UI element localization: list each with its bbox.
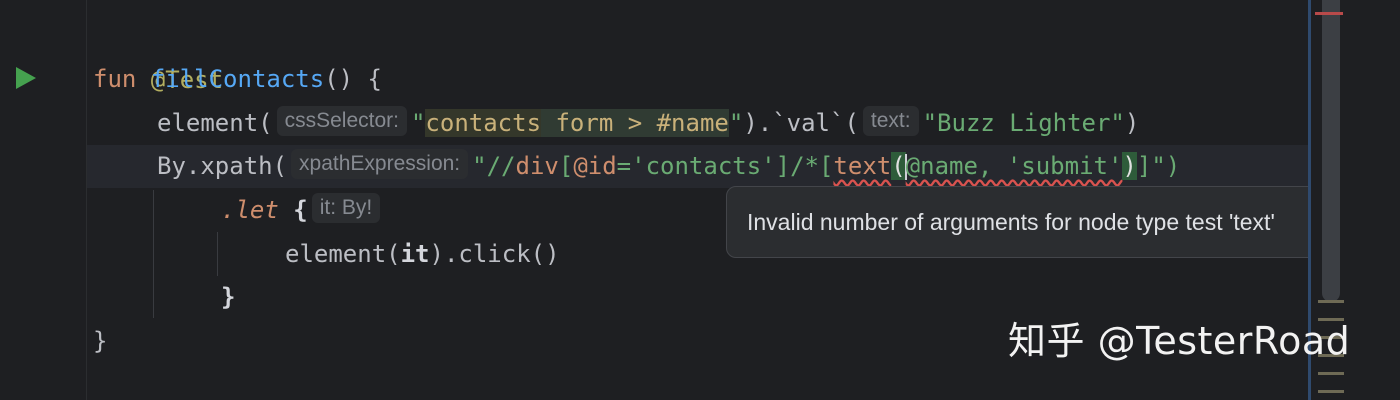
css-selector-token: contacts — [425, 109, 542, 137]
code-token: { — [278, 196, 308, 224]
code-line-7: } — [221, 275, 235, 319]
code-line-8: } — [93, 319, 107, 363]
code-line-4: By.xpath(xpathExpression: "//div[@id='con… — [157, 144, 1180, 188]
xpath-args-token: @name, 'submit' — [905, 152, 1123, 180]
parameter-hint: text: — [862, 106, 919, 136]
matched-paren: ) — [1122, 152, 1137, 180]
code-token: ).click() — [429, 240, 560, 268]
code-token: element( — [285, 240, 401, 268]
code-token: ) — [1124, 109, 1140, 137]
xpath-function-token: text — [833, 152, 892, 180]
let-function-token: .let — [221, 196, 279, 224]
code-line-3: element(cssSelector: "contacts form > #na… — [157, 101, 1139, 145]
code-token: ).`val`( — [743, 109, 859, 137]
code-line-2: fun fillContacts() { — [93, 57, 382, 101]
xpath-node-token: div — [515, 152, 559, 180]
xpath-value-token: 'contacts' — [631, 152, 776, 180]
closing-brace: } — [93, 327, 108, 355]
keyword-token: fun — [93, 65, 137, 93]
xpath-token: = — [616, 152, 632, 180]
function-name-token: fillContacts — [150, 65, 325, 93]
minimap-mark — [1318, 390, 1344, 393]
it-keyword-token: it — [400, 240, 430, 268]
code-token: () { — [324, 65, 382, 93]
code-line-5: .let {it: By! — [221, 188, 384, 232]
indent-guide — [153, 190, 154, 318]
indent-guide — [217, 232, 218, 276]
run-test-icon[interactable] — [16, 67, 36, 89]
watermark-text: 知乎 @TesterRoad — [1008, 319, 1351, 363]
editor-gutter — [0, 0, 131, 400]
string-quote: " — [728, 109, 744, 137]
parameter-hint: xpathExpression: — [291, 149, 469, 179]
xpath-token: [ — [558, 152, 574, 180]
code-token: element( — [157, 109, 273, 137]
closing-brace: } — [221, 283, 236, 311]
css-selector-token: form > #name — [541, 109, 729, 137]
xpath-attr-token: @id — [573, 152, 617, 180]
parameter-hint: cssSelector: — [276, 106, 407, 136]
code-line-6: element(it).click() — [285, 232, 560, 276]
minimap-mark — [1318, 372, 1344, 375]
code-token: By.xpath( — [157, 152, 288, 180]
string-quote: " — [410, 109, 426, 137]
error-stripe-mark[interactable] — [1315, 12, 1343, 15]
type-hint: it: By! — [311, 193, 381, 223]
scrollbar-thumb[interactable] — [1322, 0, 1340, 302]
error-tooltip: Invalid number of arguments for node typ… — [726, 186, 1400, 258]
xpath-token: ]/*[ — [775, 152, 834, 180]
matched-paren: ( — [891, 152, 906, 180]
string-token: "Buzz Lighter" — [922, 109, 1125, 137]
string-token: "// — [472, 152, 516, 180]
minimap-mark — [1318, 300, 1344, 303]
xpath-token: ]") — [1136, 152, 1181, 180]
code-line-1: @Test — [93, 14, 223, 94]
